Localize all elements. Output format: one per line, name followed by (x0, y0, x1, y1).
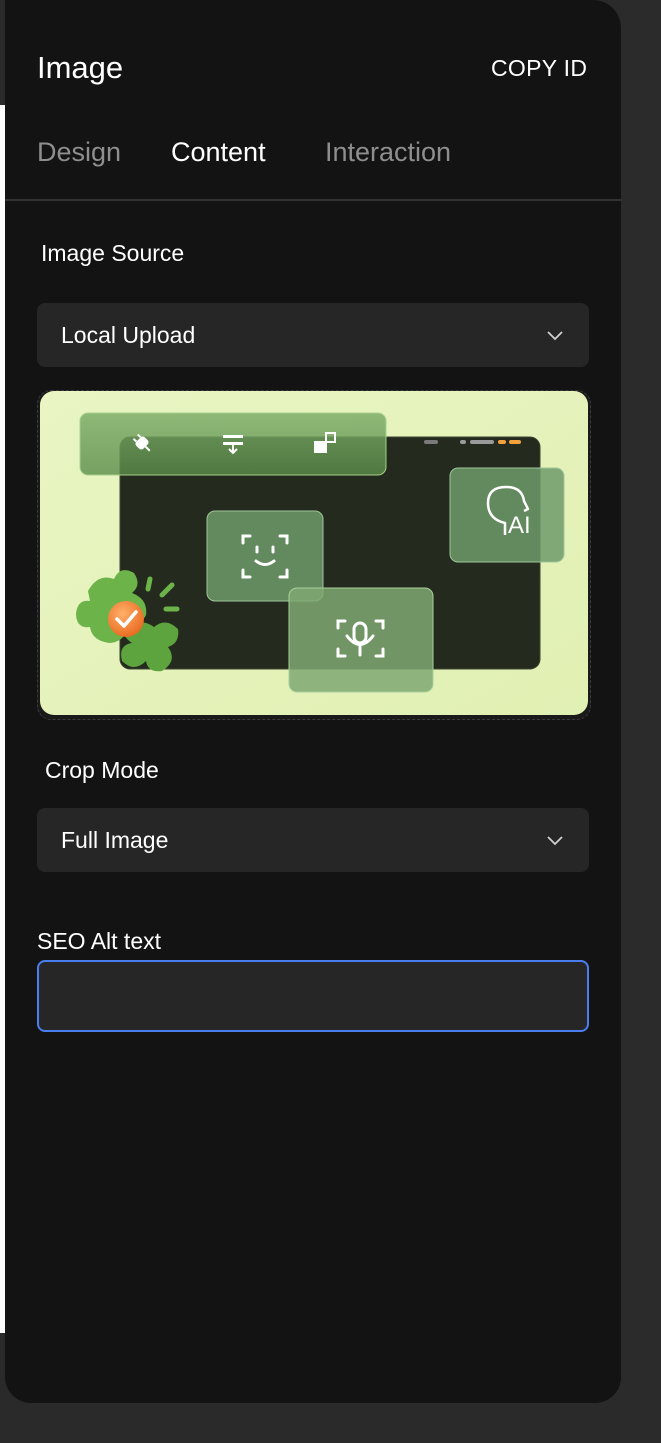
image-source-select[interactable]: Local Upload (37, 303, 589, 367)
tab-design[interactable]: Design (37, 137, 121, 168)
ai-card (449, 467, 565, 563)
seo-alt-text-label: SEO Alt text (37, 928, 161, 954)
seo-alt-text-input[interactable] (37, 960, 589, 1032)
tab-interaction[interactable]: Interaction (325, 137, 451, 168)
image-properties-panel: Image COPY ID Design Content Interaction… (5, 0, 621, 1403)
panel-title: Image (37, 50, 124, 85)
chevron-down-icon (547, 331, 563, 341)
tab-content[interactable]: Content (171, 137, 266, 168)
copy-id-button[interactable]: COPY ID (491, 55, 587, 82)
background-edge-right (620, 0, 661, 1443)
crop-mode-label: Crop Mode (45, 757, 159, 783)
image-source-value: Local Upload (61, 322, 196, 348)
image-preview[interactable]: AI (37, 390, 591, 720)
chevron-down-icon (547, 836, 563, 846)
tab-divider (5, 199, 621, 201)
crop-mode-select[interactable]: Full Image (37, 808, 589, 872)
image-source-label: Image Source (41, 240, 185, 266)
check-badge-icon (108, 601, 144, 637)
preview-illustration: AI (40, 391, 588, 715)
crop-mode-value: Full Image (61, 827, 169, 853)
ai-badge-text: AI (508, 512, 531, 539)
voice-card (288, 587, 434, 693)
